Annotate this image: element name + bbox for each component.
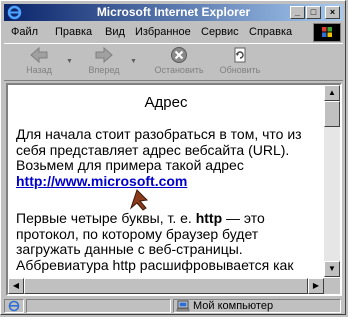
refresh-icon <box>234 47 246 63</box>
stop-icon <box>171 47 187 63</box>
maximize-button[interactable]: □ <box>306 6 321 19</box>
status-bar: Мой компьютер <box>4 298 343 314</box>
menu-help[interactable]: Справка <box>249 25 292 39</box>
mouse-cursor-icon <box>129 189 149 211</box>
stop-label: Остановить <box>154 65 204 75</box>
menu-bar: Файл Правка Вид Избранное Сервис Справка <box>4 23 343 42</box>
example-url-link[interactable]: http://www.microsoft.com <box>16 173 187 189</box>
scroll-up-icon[interactable]: ▲ <box>324 85 340 101</box>
menu-tools[interactable]: Сервис <box>201 25 239 39</box>
close-button[interactable]: × <box>325 6 340 19</box>
vertical-scroll-thumb[interactable] <box>324 101 340 127</box>
content-frame: Адрес Для начала стоит разобраться в том… <box>6 83 342 296</box>
menu-edit[interactable]: Правка <box>55 25 92 39</box>
back-dropdown-icon[interactable]: ▼ <box>66 58 73 65</box>
minimize-button[interactable]: _ <box>290 6 305 19</box>
status-page-panel <box>4 299 24 313</box>
horizontal-scroll-thumb[interactable] <box>24 278 308 294</box>
scroll-left-icon[interactable]: ◀ <box>8 278 24 294</box>
browser-window: Microsoft Internet Explorer _ □ × Файл П… <box>0 0 346 315</box>
forward-dropdown-icon[interactable]: ▼ <box>130 58 137 65</box>
menu-view[interactable]: Вид <box>105 25 125 39</box>
forward-label: Вперед <box>88 65 120 75</box>
scroll-down-icon[interactable]: ▼ <box>324 261 340 277</box>
intro-paragraph: Для начала стоит разобраться в том, что … <box>16 126 322 189</box>
windows-logo-icon <box>313 23 341 42</box>
menu-favorites[interactable]: Избранное <box>135 25 191 39</box>
title-bar[interactable]: Microsoft Internet Explorer _ □ × <box>4 4 343 21</box>
stop-button[interactable]: Остановить <box>148 46 210 75</box>
vertical-scrollbar[interactable]: ▲ ▼ <box>324 85 340 277</box>
forward-button[interactable]: Вперед <box>81 46 127 75</box>
intro-text: Для начала стоит разобраться в том, что … <box>16 126 302 173</box>
back-label: Назад <box>26 65 52 75</box>
security-zone-label: Мой компьютер <box>193 300 274 312</box>
menu-file[interactable]: Файл <box>11 25 38 39</box>
scrollbar-corner <box>324 278 340 294</box>
page-icon <box>8 300 20 312</box>
para2-start: Первые четыре буквы, т. е. <box>16 210 196 226</box>
toolbar: Назад ▼ Вперед ▼ Остановить Обновить <box>4 43 343 81</box>
status-zone-panel: Мой компьютер <box>173 299 341 313</box>
refresh-button[interactable]: Обновить <box>214 46 266 75</box>
page-content[interactable]: Адрес Для начала стоит разобраться в том… <box>8 85 324 277</box>
page-title: Адрес <box>144 94 188 111</box>
computer-icon <box>176 300 190 312</box>
status-text-panel <box>26 299 171 313</box>
refresh-label: Обновить <box>219 65 261 75</box>
back-button[interactable]: Назад <box>18 46 60 75</box>
forward-arrow-icon <box>95 46 113 64</box>
scroll-right-icon[interactable]: ▶ <box>308 278 324 294</box>
horizontal-scrollbar[interactable]: ◀ ▶ <box>8 278 324 294</box>
http-term: http <box>195 210 223 226</box>
back-arrow-icon <box>30 46 48 64</box>
second-paragraph: Первые четыре буквы, т. е. http — это пр… <box>16 210 322 273</box>
